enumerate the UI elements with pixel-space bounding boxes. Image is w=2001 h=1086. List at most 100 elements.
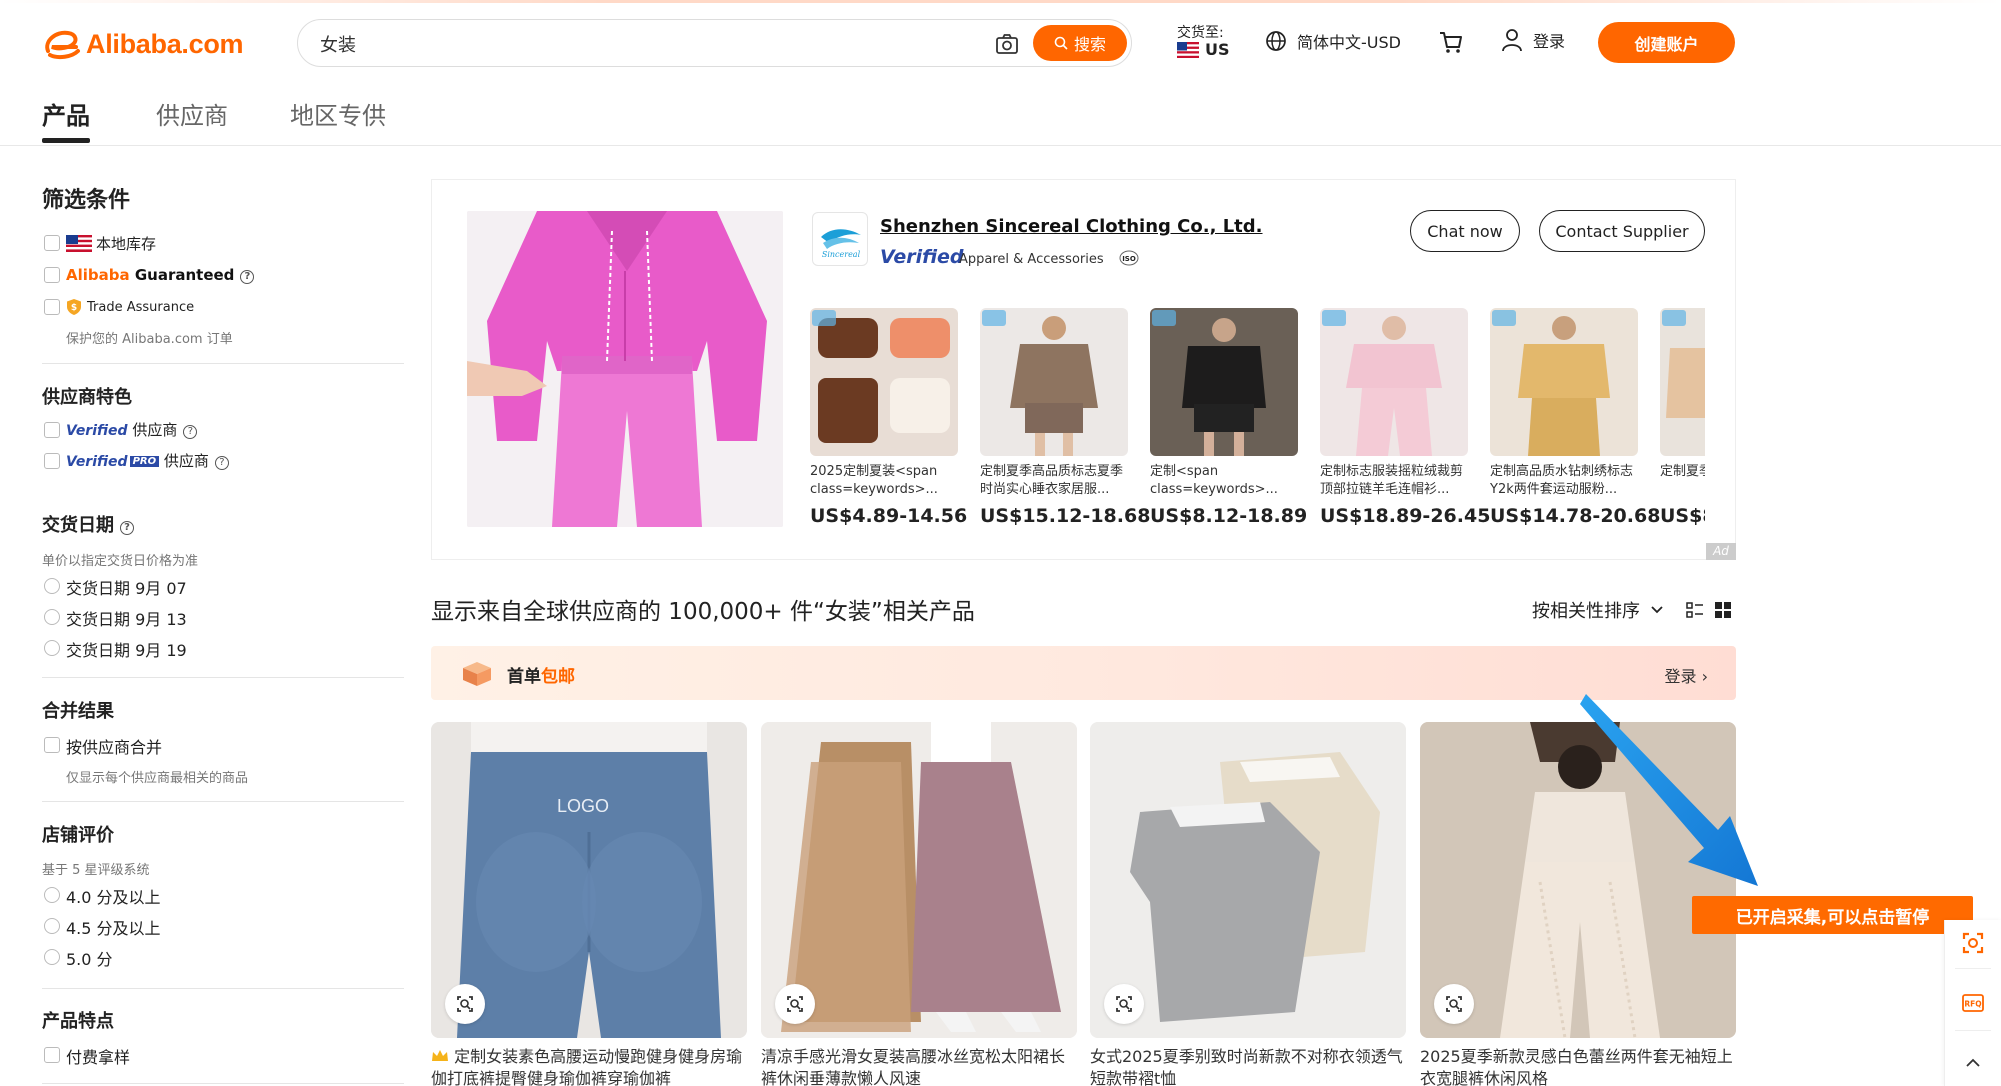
product-features-title: 产品特点: [42, 1011, 114, 1032]
rating-option-3[interactable]: 5.0 分: [66, 946, 113, 970]
sort-label: 按相关性排序: [1532, 601, 1640, 622]
trade-assurance-checkbox[interactable]: [44, 299, 60, 315]
promo-text: 首单包邮: [507, 667, 575, 687]
supplier-logo[interactable]: Sincereal: [812, 212, 868, 266]
help-icon[interactable]: ?: [240, 270, 255, 284]
chat-now-button[interactable]: Chat now: [1410, 210, 1520, 252]
ad-product-title: 定制标志服装摇粒绒裁剪顶部拉链羊毛连帽衫...: [1320, 464, 1464, 497]
product-card[interactable]: 女式2025夏季别致时尚新款不对称衣领透气短款带褶t恤: [1090, 722, 1406, 1086]
ad-product-card[interactable]: 定制<span class=keywords>... US$8.12-18.89: [1150, 308, 1307, 527]
verified-word: Verified: [66, 423, 128, 439]
ad-product-title: 定制<span class=keywords>...: [1150, 464, 1278, 497]
guaranteed-checkbox[interactable]: [44, 267, 60, 283]
rating-option-2[interactable]: 4.5 分及以上: [66, 915, 161, 939]
ad-product-title: 定制夏季高品质标志夏季时尚实心睡衣家居服...: [980, 464, 1124, 497]
ad-product-card[interactable]: 定制标志服装摇粒绒裁剪顶部拉链羊毛连帽衫... US$18.89-26.45: [1320, 308, 1490, 527]
sort-dropdown[interactable]: 按相关性排序: [1532, 597, 1664, 623]
search-button[interactable]: 搜索: [1033, 25, 1127, 61]
contact-supplier-button[interactable]: Contact Supplier: [1539, 210, 1705, 252]
verified-pro-checkbox[interactable]: [44, 453, 60, 469]
annotation-arrow-icon: [1580, 694, 1758, 886]
delivery-radio-2[interactable]: [44, 609, 60, 625]
logo-text: Alibaba.com: [86, 28, 244, 59]
promo-login-link[interactable]: 登录 ›: [1665, 663, 1709, 687]
image-search-icon: [787, 996, 803, 1012]
image-search-lens[interactable]: [775, 984, 815, 1024]
ad-product-card[interactable]: 定制高品质水钻刺绣标志Y2k两件套运动服粉... US$14.78-20.68: [1490, 308, 1660, 527]
sidebar-divider: [42, 677, 404, 678]
local-stock-checkbox[interactable]: [44, 235, 60, 251]
tab-suppliers[interactable]: 供应商: [156, 96, 228, 131]
help-icon[interactable]: ?: [120, 521, 134, 535]
product-card[interactable]: LOGO 定制女装素色高腰运动慢跑健身健身房瑜伽打底裤提臀健身瑜伽裤穿瑜伽裤: [431, 722, 747, 1086]
language-currency-selector[interactable]: 简体中文-USD: [1265, 29, 1401, 53]
first-order-promo-banner[interactable]: 首单包邮 登录 ›: [431, 646, 1736, 700]
product-title[interactable]: 清凉手感光滑女夏装高腰冰丝宽松太阳裙长裤休闲垂薄款懒人风速: [761, 1046, 1077, 1086]
ad-product-card[interactable]: 2025定制夏装<span class=keywords>... US$4.89…: [810, 308, 967, 527]
trade-assurance-label[interactable]: Trade Assurance: [87, 300, 194, 315]
help-icon[interactable]: ?: [183, 425, 198, 439]
search-input[interactable]: [320, 30, 980, 58]
product-title[interactable]: 女式2025夏季别致时尚新款不对称衣领透气短款带褶t恤: [1090, 1046, 1406, 1086]
rfq-icon[interactable]: RFQ: [1960, 990, 1986, 1016]
delivery-option-1[interactable]: 交货日期 9月 07: [66, 575, 187, 599]
image-search-icon[interactable]: [995, 32, 1019, 56]
verified-pro-label[interactable]: Verified PRO 供应商?: [66, 450, 229, 471]
svg-text:LOGO: LOGO: [557, 796, 609, 816]
tab-products[interactable]: 产品: [42, 96, 90, 131]
user-icon: [1502, 29, 1522, 52]
sponsored-supplier-card: Sincereal Shenzhen Sincereal Clothing Co…: [431, 179, 1736, 560]
product-title[interactable]: 2025夏季新款灵感白色蕾丝两件套无袖短上衣宽腿裤休闲风格: [1420, 1046, 1736, 1086]
ad-product-card[interactable]: 定制夏季衬衫短裤套装 US$8: [1660, 308, 1705, 527]
ad-product-price: US$4.89-14.56: [810, 505, 968, 527]
cart-icon[interactable]: [1437, 28, 1465, 56]
rating-option-1[interactable]: 4.0 分及以上: [66, 884, 161, 908]
merge-by-supplier-checkbox[interactable]: [44, 737, 60, 753]
verified-supplier-label[interactable]: Verified 供应商?: [66, 419, 198, 440]
delivery-option-3[interactable]: 交货日期 9月 19: [66, 637, 187, 661]
ad-product-price: US$8.12-18.89: [1150, 505, 1308, 527]
image-search-lens[interactable]: [1104, 984, 1144, 1024]
image-search-lens[interactable]: [445, 984, 485, 1024]
merge-by-supplier-label[interactable]: 按供应商合并: [66, 734, 162, 758]
search-icon: [1054, 36, 1068, 50]
list-view-icon[interactable]: [1686, 601, 1704, 619]
delivery-radio-1[interactable]: [44, 578, 60, 594]
delivery-radio-3[interactable]: [44, 640, 60, 656]
toolbar-divider: [1955, 968, 1991, 969]
paid-samples-checkbox[interactable]: [44, 1047, 60, 1063]
ship-to-code[interactable]: US: [1205, 40, 1230, 59]
sidebar-divider: [42, 1083, 404, 1084]
image-search-float-icon[interactable]: [1960, 930, 1986, 956]
alibaba-logo[interactable]: Alibaba.com: [42, 24, 244, 64]
tab-regional[interactable]: 地区专供: [290, 96, 386, 131]
grid-view-icon[interactable]: [1714, 601, 1732, 619]
supplier-name-link[interactable]: Shenzhen Sincereal Clothing Co., Ltd.: [880, 216, 1263, 237]
guaranteed-brand: Alibaba: [66, 266, 135, 284]
trade-assurance-subtitle: 保护您的 Alibaba.com 订单: [66, 332, 233, 347]
login-link[interactable]: 登录: [1501, 28, 1565, 52]
us-flag-icon[interactable]: [1177, 42, 1199, 58]
create-account-button[interactable]: 创建账户: [1598, 22, 1735, 63]
iso-certificate-icon[interactable]: ISO: [1119, 250, 1139, 266]
supplier-category: Apparel & Accessories: [959, 252, 1104, 267]
shield-icon: $: [67, 299, 81, 315]
ad-main-image[interactable]: [467, 211, 783, 527]
rating-radio-1[interactable]: [44, 887, 60, 903]
chevron-up-icon[interactable]: [1960, 1050, 1986, 1076]
alibaba-logo-icon: [45, 30, 80, 60]
paid-samples-label[interactable]: 付费拿样: [66, 1044, 130, 1068]
merge-subtitle: 仅显示每个供应商最相关的商品: [66, 771, 249, 786]
local-stock-label[interactable]: 本地库存: [96, 233, 156, 254]
image-search-lens[interactable]: [1434, 984, 1474, 1024]
delivery-option-2[interactable]: 交货日期 9月 13: [66, 606, 187, 630]
collect-toggle-button[interactable]: 已开启采集,可以点击暂停: [1692, 896, 1973, 934]
rating-radio-2[interactable]: [44, 918, 60, 934]
guaranteed-label[interactable]: Alibaba Guaranteed?: [66, 266, 255, 284]
verified-supplier-checkbox[interactable]: [44, 422, 60, 438]
product-title[interactable]: 定制女装素色高腰运动慢跑健身健身房瑜伽打底裤提臀健身瑜伽裤穿瑜伽裤: [431, 1046, 747, 1086]
rating-radio-3[interactable]: [44, 949, 60, 965]
ad-product-card[interactable]: 定制夏季高品质标志夏季时尚实心睡衣家居服... US$15.12-18.68: [980, 308, 1150, 527]
help-icon[interactable]: ?: [214, 456, 229, 470]
product-card[interactable]: 清凉手感光滑女夏装高腰冰丝宽松太阳裙长裤休闲垂薄款懒人风速: [761, 722, 1077, 1086]
